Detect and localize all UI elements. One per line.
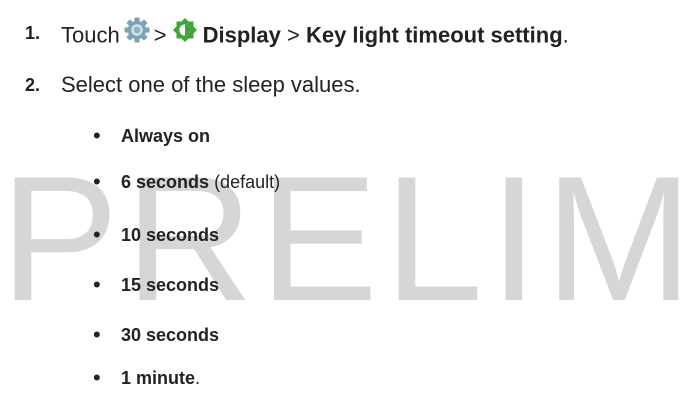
step-text: Select one of the sleep values.: [61, 72, 361, 97]
option-label: 30 seconds: [121, 325, 220, 345]
gear-settings-icon: [124, 17, 150, 50]
bullet: •: [93, 222, 101, 247]
key-light-timeout-label: Key light timeout setting: [305, 22, 563, 48]
bullet: •: [93, 169, 101, 194]
option-note: (default): [214, 172, 281, 192]
option-suffix: .: [195, 368, 201, 388]
separator: >: [286, 22, 300, 48]
step-suffix: .: [562, 22, 569, 48]
option-label: 6 seconds: [121, 172, 210, 192]
option-label: 1 minute: [121, 368, 196, 388]
separator: >: [153, 22, 167, 48]
display-brightness-icon: [171, 16, 199, 51]
step-number: 2.: [25, 75, 41, 95]
option-label: 10 seconds: [121, 225, 220, 245]
display-label: Display: [202, 22, 281, 48]
option-label: Always on: [121, 126, 211, 146]
step-prefix: Touch: [61, 22, 120, 48]
bullet: •: [93, 272, 101, 297]
step-number: 1.: [25, 23, 41, 43]
prelim-watermark: PRELIM: [0, 139, 699, 338]
bullet: •: [93, 365, 101, 390]
bullet: •: [93, 322, 101, 347]
bullet: •: [93, 123, 101, 148]
option-label: 15 seconds: [121, 275, 220, 295]
step-text: Touch > Display > Key light timeout sett…: [61, 16, 569, 54]
